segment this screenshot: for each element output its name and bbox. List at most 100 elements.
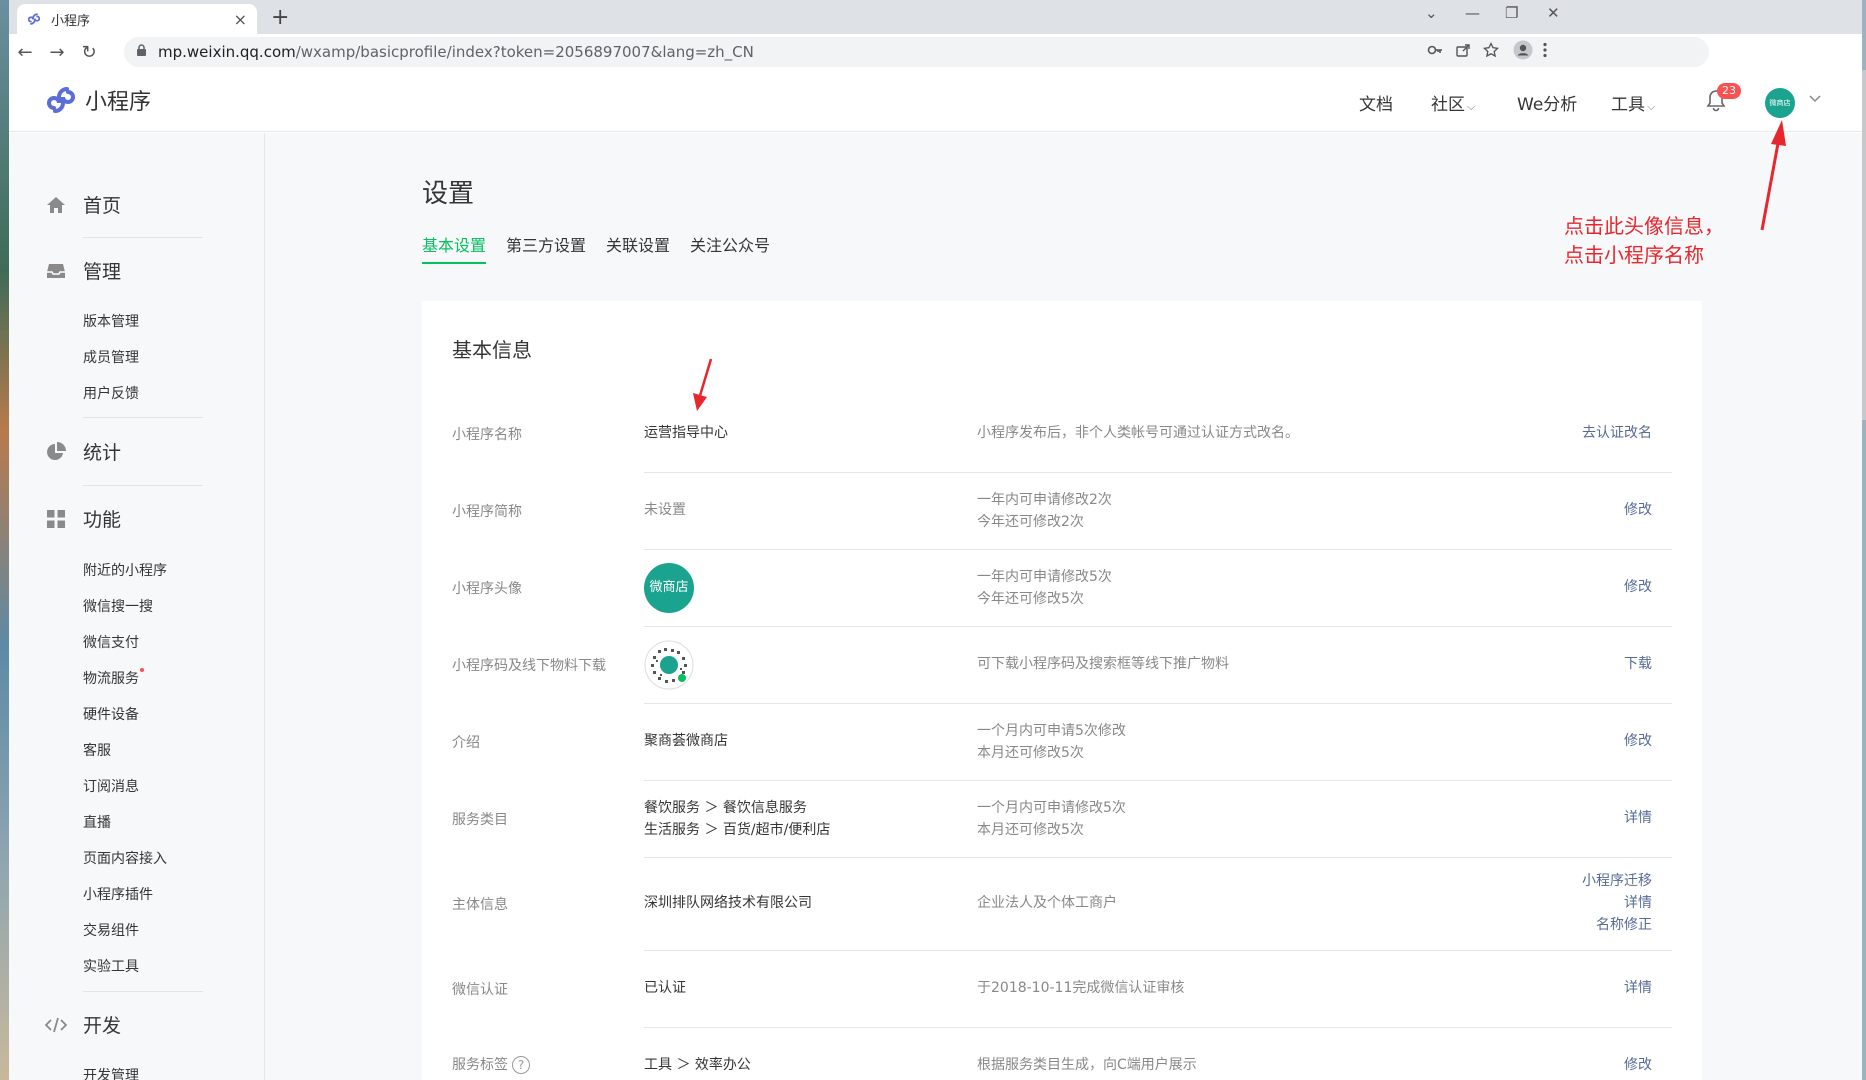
tab-search-icon[interactable]: ⌄ — [1425, 4, 1438, 22]
miniprogram-avatar: 微商店 — [644, 563, 694, 613]
sidebar-subitem-label: 物流服务 — [83, 671, 139, 687]
row-label: 服务标签? — [452, 1054, 530, 1074]
key-icon[interactable] — [1427, 42, 1443, 62]
sidebar-divider — [83, 991, 203, 992]
tab-third-party[interactable]: 第三方设置 — [506, 232, 586, 262]
profile-icon[interactable] — [1513, 40, 1533, 64]
name-correct-link[interactable]: 名称修正 — [1582, 914, 1652, 936]
details-link[interactable]: 详情 — [1624, 807, 1652, 829]
edit-link[interactable]: 修改 — [1624, 576, 1652, 598]
sidebar-subitem-lab[interactable]: 实验工具 — [83, 956, 139, 976]
details-link[interactable]: 详情 — [1624, 977, 1652, 999]
reload-icon[interactable]: ↻ — [73, 42, 105, 63]
minimize-icon[interactable]: — — [1465, 4, 1480, 22]
tab-association[interactable]: 关联设置 — [606, 232, 670, 262]
forward-icon[interactable]: → — [41, 42, 73, 63]
sidebar-subitem-hardware[interactable]: 硬件设备 — [83, 704, 139, 724]
notification-badge: 23 — [1717, 83, 1741, 99]
sidebar-subitem-search[interactable]: 微信搜一搜 — [83, 596, 153, 616]
avatar-text: 微商店 — [649, 580, 689, 595]
sidebar-item-stats[interactable]: 统计 — [45, 438, 121, 465]
sidebar-subitem-logistics[interactable]: 物流服务 — [83, 668, 144, 688]
sidebar-subitem-live[interactable]: 直播 — [83, 812, 111, 832]
nav-docs[interactable]: 文档 — [1359, 90, 1393, 115]
row-desc-line: 今年还可修改5次 — [977, 591, 1084, 607]
logo-text: 小程序 — [85, 90, 152, 115]
info-row-avatar: 小程序头像 微商店 一年内可申请修改5次 今年还可修改5次 修改 — [452, 550, 1672, 627]
lock-icon — [136, 44, 148, 60]
download-link[interactable]: 下载 — [1624, 653, 1652, 675]
chevron-down-icon: ⌵ — [1647, 100, 1656, 113]
edit-link[interactable]: 修改 — [1624, 499, 1652, 521]
row-qrcode[interactable] — [644, 640, 694, 697]
category-line: 生活服务 ＞ 百货/超市/便利店 — [644, 822, 831, 838]
sidebar-subitem-members[interactable]: 成员管理 — [83, 347, 139, 367]
close-window-icon[interactable]: ✕ — [1547, 4, 1560, 22]
help-icon[interactable]: ? — [512, 1056, 530, 1074]
info-row-category: 服务类目 餐饮服务 ＞ 餐饮信息服务 生活服务 ＞ 百货/超市/便利店 一个月内可… — [452, 781, 1672, 858]
tab-follow-account[interactable]: 关注公众号 — [690, 232, 770, 262]
sidebar-subitem-feedback[interactable]: 用户反馈 — [83, 383, 139, 403]
row-label: 小程序名称 — [452, 427, 522, 443]
inbox-icon — [45, 260, 67, 282]
row-desc: 一年内可申请修改2次 今年还可修改2次 — [977, 489, 1112, 533]
edit-link[interactable]: 修改 — [1624, 1054, 1652, 1076]
sidebar-subitem-subscribe[interactable]: 订阅消息 — [83, 776, 139, 796]
info-row-service-tag: 服务标签? 工具 ＞ 效率办公 根据服务类目生成，向C端用户展示 修改 — [452, 1028, 1672, 1080]
info-row-name: 小程序名称 运营指导中心 小程序发布后，非个人类帐号可通过认证方式改名。 去认证… — [452, 396, 1672, 473]
info-row-short-name: 小程序简称 未设置 一年内可申请修改2次 今年还可修改2次 修改 — [452, 473, 1672, 550]
row-desc-line: 一年内可申请修改5次 — [977, 569, 1112, 585]
row-desc-line: 一个月内可申请5次修改 — [977, 723, 1126, 739]
row-label-text: 服务标签 — [452, 1057, 508, 1073]
sidebar-item-label: 首页 — [83, 195, 122, 217]
row-label: 小程序码及线下物料下载 — [452, 658, 606, 674]
sidebar-subitem-service[interactable]: 客服 — [83, 740, 111, 760]
row-value: 已认证 — [644, 980, 686, 996]
migrate-link[interactable]: 小程序迁移 — [1582, 870, 1652, 892]
sidebar-divider — [83, 417, 203, 418]
sidebar-subitem-dev-manage[interactable]: 开发管理 — [83, 1065, 139, 1080]
nav-we-analysis[interactable]: We分析 — [1517, 90, 1577, 115]
info-row-qrcode: 小程序码及线下物料下载 可下载小程序码及搜索框等线下推广物料 下载 — [452, 627, 1672, 704]
back-icon[interactable]: ← — [9, 42, 41, 63]
account-avatar[interactable]: 微商店 — [1765, 88, 1795, 118]
row-desc: 根据服务类目生成，向C端用户展示 — [977, 1057, 1197, 1073]
sidebar-item-label: 统计 — [83, 442, 122, 464]
sidebar-subitem-content[interactable]: 页面内容接入 — [83, 848, 167, 868]
site-header: 小程序 文档 社区 ⌵ We分析 工具 ⌵ 23 微商店 — [9, 70, 1862, 132]
sidebar-subitem-pay[interactable]: 微信支付 — [83, 632, 139, 652]
sidebar-subitem-trade[interactable]: 交易组件 — [83, 920, 139, 940]
logo[interactable]: 小程序 — [45, 84, 151, 116]
annotation-line: 点击小程序名称 — [1564, 243, 1704, 267]
tab-close-icon[interactable]: × — [234, 10, 247, 29]
browser-menu-icon[interactable] — [1543, 42, 1547, 62]
tab-basic-settings[interactable]: 基本设置 — [422, 232, 487, 264]
sidebar-subitem-version[interactable]: 版本管理 — [83, 311, 139, 331]
nav-tools[interactable]: 工具 ⌵ — [1611, 90, 1655, 115]
nav-community[interactable]: 社区 ⌵ — [1431, 90, 1475, 115]
sidebar-item-features[interactable]: 功能 — [45, 505, 121, 532]
rename-link[interactable]: 去认证改名 — [1582, 422, 1652, 444]
details-link[interactable]: 详情 — [1582, 892, 1652, 914]
share-icon[interactable] — [1455, 42, 1471, 62]
row-desc-line: 本月还可修改5次 — [977, 822, 1084, 838]
bookmark-star-icon[interactable] — [1482, 41, 1500, 62]
category-line: 餐饮服务 ＞ 餐饮信息服务 — [644, 800, 807, 816]
chevron-down-icon: ⌵ — [1467, 100, 1476, 113]
info-row-intro: 介绍 聚商荟微商店 一个月内可申请5次修改 本月还可修改5次 修改 — [452, 704, 1672, 781]
sidebar-subitem-plugin[interactable]: 小程序插件 — [83, 884, 153, 904]
row-avatar[interactable]: 微商店 — [644, 563, 694, 613]
sidebar-item-home[interactable]: 首页 — [45, 191, 121, 218]
restore-icon[interactable]: ❐ — [1505, 4, 1518, 22]
new-tab-button[interactable]: + — [271, 5, 289, 30]
sidebar-item-manage[interactable]: 管理 — [45, 257, 121, 284]
url-path: /wxamp/basicprofile/index?token=20568970… — [295, 43, 754, 61]
scrollbar-thumb[interactable] — [1862, 70, 1866, 420]
chevron-down-icon[interactable] — [1809, 92, 1821, 106]
address-bar[interactable]: mp.weixin.qq.com/wxamp/basicprofile/inde… — [124, 37, 1709, 67]
sidebar-subitem-nearby[interactable]: 附近的小程序 — [83, 560, 167, 580]
edit-link[interactable]: 修改 — [1624, 730, 1652, 752]
browser-tab[interactable]: 小程序 × — [17, 4, 257, 34]
sidebar-item-develop[interactable]: 开发 — [45, 1011, 121, 1038]
row-label: 服务类目 — [452, 812, 508, 828]
